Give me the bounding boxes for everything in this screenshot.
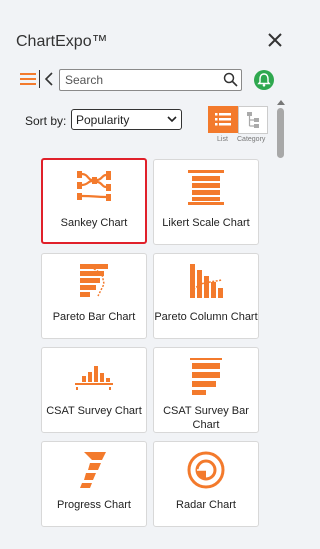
search-box[interactable] bbox=[59, 69, 242, 91]
chart-card-csat-survey-bar[interactable]: CSAT Survey Bar Chart bbox=[153, 347, 259, 433]
list-view-icon bbox=[215, 113, 231, 126]
sort-select[interactable]: Popularity bbox=[71, 109, 182, 130]
chart-card-csat-survey[interactable]: CSAT Survey Chart bbox=[41, 347, 147, 433]
progress-chart-icon bbox=[80, 452, 106, 488]
csat-survey-icon bbox=[75, 366, 113, 390]
toolbar-divider bbox=[39, 70, 40, 88]
back-icon[interactable] bbox=[44, 72, 54, 86]
menu-icon[interactable] bbox=[20, 72, 36, 86]
notification-button[interactable] bbox=[254, 70, 274, 90]
chart-card-label: Pareto Column Chart bbox=[154, 311, 258, 323]
chart-card-label: Likert Scale Chart bbox=[162, 217, 250, 229]
category-view-label: Category bbox=[237, 136, 266, 143]
sankey-icon bbox=[77, 171, 111, 201]
category-view-button[interactable] bbox=[238, 106, 268, 134]
chart-card-label: CSAT Survey Bar Chart bbox=[163, 405, 249, 431]
search-icon[interactable] bbox=[223, 72, 238, 87]
chart-card-radar[interactable]: Radar Chart bbox=[153, 441, 259, 527]
radar-chart-icon bbox=[187, 451, 225, 489]
chart-card-pareto-bar[interactable]: Pareto Bar Chart bbox=[41, 253, 147, 339]
chart-card-likert-scale[interactable]: Likert Scale Chart bbox=[153, 159, 259, 245]
header: ChartExpo™ bbox=[0, 0, 300, 62]
chart-card-label: Pareto Bar Chart bbox=[52, 311, 136, 323]
chart-card-label: CSAT Survey Chart bbox=[46, 405, 142, 417]
scrollbar-thumb[interactable] bbox=[277, 108, 284, 158]
scrollbar-track[interactable] bbox=[276, 97, 286, 527]
chart-card-label: Radar Chart bbox=[176, 499, 236, 511]
bell-icon bbox=[257, 73, 271, 87]
scroll-up-icon[interactable] bbox=[277, 99, 285, 105]
app-title: ChartExpo™ bbox=[16, 33, 108, 50]
chart-card-progress[interactable]: Progress Chart bbox=[41, 441, 147, 527]
chart-card-label: Progress Chart bbox=[57, 499, 131, 511]
chart-card-label: Sankey Chart bbox=[60, 217, 128, 229]
likert-scale-icon bbox=[188, 170, 224, 205]
category-view-icon bbox=[247, 112, 259, 128]
sort-label: Sort by: bbox=[25, 114, 67, 128]
chart-card-sankey[interactable]: Sankey Chart bbox=[41, 158, 147, 244]
close-icon[interactable] bbox=[266, 31, 284, 49]
chevron-down-icon bbox=[167, 116, 177, 123]
sort-select-value: Popularity bbox=[76, 113, 130, 127]
search-input[interactable] bbox=[65, 71, 215, 89]
chart-card-pareto-column[interactable]: Pareto Column Chart bbox=[153, 253, 259, 339]
list-view-label: List bbox=[217, 136, 228, 143]
pareto-bar-icon bbox=[80, 264, 108, 297]
csat-survey-bar-icon bbox=[190, 358, 222, 395]
pareto-column-icon bbox=[190, 264, 223, 298]
list-view-button[interactable] bbox=[208, 106, 238, 133]
